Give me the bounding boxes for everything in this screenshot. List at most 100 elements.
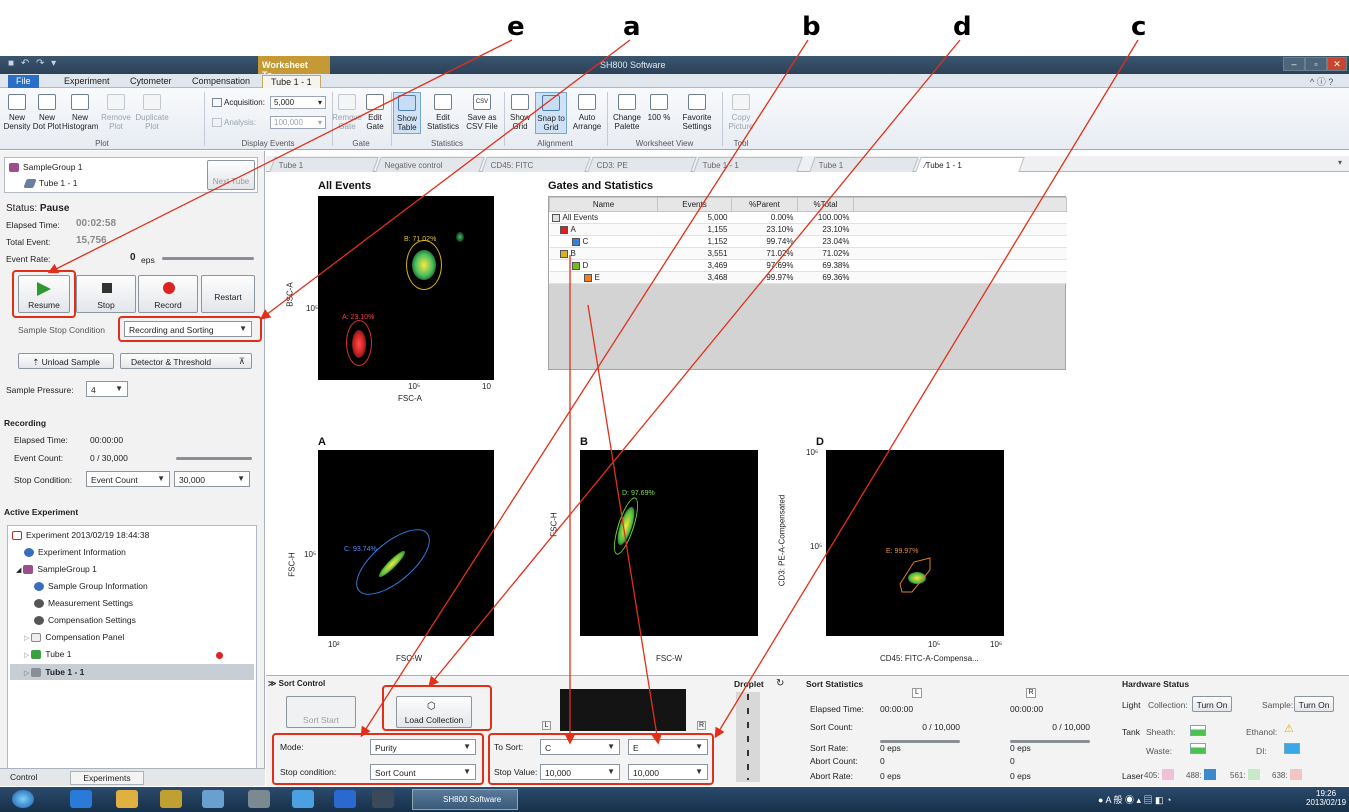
table-row[interactable]: B 3,551 71.02% 71.02% xyxy=(549,247,1067,260)
stop-button[interactable]: Stop xyxy=(76,275,136,313)
plot-d[interactable]: E: 99.97% xyxy=(826,450,1004,636)
tab-tube-1-1[interactable]: Tube 1 - 1 xyxy=(262,75,321,88)
refresh-icon[interactable]: ↻ xyxy=(776,678,784,689)
table-row[interactable]: C 1,152 99.74% 23.04% xyxy=(549,235,1067,248)
doc-tab-tube-1-b[interactable]: Tube 1 xyxy=(809,157,919,172)
collection-turn-on-button[interactable]: Turn On xyxy=(1192,696,1232,712)
remove-plot-button[interactable]: Remove Plot xyxy=(100,94,132,131)
tab-compensation[interactable]: Compensation xyxy=(184,75,258,88)
app-icon[interactable] xyxy=(292,790,314,808)
tab-experiments[interactable]: Experiments xyxy=(70,771,144,785)
edit-gate-button[interactable]: Edit Gate xyxy=(362,94,388,131)
tree-item-tube-1[interactable]: ▷ Tube 1 xyxy=(24,649,71,660)
restart-button[interactable]: Restart xyxy=(201,275,255,313)
rec-count-value: 0 / 30,000 xyxy=(90,453,128,463)
system-tray-icons[interactable]: ● A 般 ◉ ▴ ▤ ◧ ◔ xyxy=(1098,793,1171,806)
sample-turn-on-button[interactable]: Turn On xyxy=(1294,696,1334,712)
change-palette-button[interactable]: Change Palette xyxy=(610,94,644,131)
copy-picture-button[interactable]: Copy Picture xyxy=(726,94,756,131)
doc-tab-negative-control[interactable]: Negative control xyxy=(375,157,485,172)
explorer-icon[interactable] xyxy=(116,790,138,808)
maximize-button[interactable]: ▫ xyxy=(1305,57,1327,71)
gate-a-ellipse[interactable] xyxy=(346,320,372,366)
table-row[interactable]: D 3,469 97.69% 69.38% xyxy=(549,259,1067,272)
sample-pressure-select[interactable]: 4 ▼ xyxy=(86,381,128,397)
chevron-down-icon: ▾ xyxy=(317,118,322,127)
plot-a[interactable]: C: 93.74% xyxy=(318,450,494,636)
snap-to-grid-button[interactable]: Snap to Grid xyxy=(535,92,567,134)
remove-gate-button[interactable]: Remove Gate xyxy=(332,94,362,131)
all-events-plot[interactable]: B: 71.02% A: 23.10% xyxy=(318,196,494,380)
app-icon[interactable] xyxy=(160,790,182,808)
tab-list-chevron-icon[interactable]: ▾ xyxy=(1338,158,1342,167)
acquisition-select[interactable]: 5,000 ▾ xyxy=(270,96,326,109)
table-row[interactable]: A 1,155 23.10% 23.10% xyxy=(549,223,1067,236)
sort-control-header[interactable]: ≫ Sort Control xyxy=(268,679,325,688)
gate-e-polygon[interactable] xyxy=(826,450,1004,636)
rec-stop-number[interactable]: 30,000 ▼ xyxy=(174,471,250,487)
save-csv-button[interactable]: CSV Save as CSV File xyxy=(462,94,502,131)
unload-sample-button[interactable]: ⇡ Unload Sample xyxy=(18,353,114,369)
col-events-header[interactable]: Events xyxy=(657,197,732,212)
tab-control[interactable]: Control xyxy=(10,772,37,782)
show-grid-button[interactable]: Show Grid xyxy=(506,94,534,131)
doc-tab-tube-1-1-a[interactable]: Tube 1 - 1 xyxy=(693,157,803,172)
sample-group-item[interactable]: SampleGroup 1 xyxy=(9,162,83,173)
help-icon[interactable]: ^ ⓘ ? xyxy=(1310,75,1333,88)
detector-threshold-button[interactable]: Detector & Threshold ⊼ xyxy=(120,353,252,369)
tree-item-samplegroup[interactable]: ◢ SampleGroup 1 xyxy=(16,564,97,575)
start-button-icon[interactable] xyxy=(12,790,34,808)
record-button[interactable]: Record xyxy=(138,275,198,313)
table-row[interactable]: All Events 5,000 0.00% 100.00% xyxy=(549,211,1067,224)
tree-item-experiment[interactable]: Experiment 2013/02/19 18:44:38 xyxy=(12,530,149,541)
tree-item-experiment-information[interactable]: Experiment Information xyxy=(24,547,126,558)
app-icon[interactable] xyxy=(334,790,356,808)
auto-arrange-button[interactable]: Auto Arrange xyxy=(570,94,604,131)
edit-statistics-button[interactable]: Edit Statistics xyxy=(424,94,462,131)
col-name-header[interactable]: Name xyxy=(549,197,658,212)
show-table-button[interactable]: Show Table xyxy=(393,92,421,134)
app-icon[interactable] xyxy=(202,790,224,808)
tube-item[interactable]: Tube 1 - 1 xyxy=(23,178,77,189)
doc-tab-tube-1[interactable]: Tube 1 xyxy=(269,157,379,172)
new-density-button[interactable]: New Density xyxy=(2,94,32,131)
ie-icon[interactable] xyxy=(70,790,92,808)
tree-item-compensation-settings[interactable]: Compensation Settings xyxy=(34,615,136,626)
app-icon[interactable] xyxy=(372,790,394,808)
total-cell: 23.04% xyxy=(797,235,854,248)
tree-item-compensation-panel[interactable]: ▷ Compensation Panel xyxy=(24,632,124,643)
col-parent-header[interactable]: %Parent xyxy=(731,197,798,212)
next-tube-button[interactable]: Next Tube xyxy=(207,160,255,190)
group-display-events-label: Display Events xyxy=(241,139,295,148)
tree-item-measurement-settings[interactable]: Measurement Settings xyxy=(34,598,133,609)
doc-tab-cd3-pe[interactable]: CD3: PE xyxy=(587,157,697,172)
gate-d-ellipse[interactable] xyxy=(609,494,643,558)
table-row[interactable]: E 3,468 99.97% 69.36% xyxy=(549,271,1067,284)
sort-start-button[interactable]: Sort Start xyxy=(286,696,356,728)
gate-c-ellipse[interactable] xyxy=(345,517,441,607)
tab-file[interactable]: File xyxy=(8,75,39,88)
clock[interactable]: 19:26 2013/02/19 xyxy=(1306,789,1346,807)
minimize-button[interactable]: – xyxy=(1283,57,1305,71)
plot-b[interactable]: D: 97.69% xyxy=(580,450,758,636)
new-histogram-button[interactable]: New Histogram xyxy=(62,94,98,131)
gate-b-ellipse[interactable] xyxy=(406,240,442,290)
zoom-button[interactable]: 100 % xyxy=(646,94,672,122)
taskbar-sh800-button[interactable]: SH800 Software xyxy=(412,789,518,810)
favorite-settings-button[interactable]: Favorite Settings xyxy=(676,94,718,131)
close-button[interactable]: ✕ xyxy=(1327,57,1347,71)
doc-tab-tube-1-1-active[interactable]: ⁄ Tube 1 - 1 xyxy=(915,157,1025,172)
tab-cytometer[interactable]: Cytometer xyxy=(122,75,180,88)
doc-tab-cd45-fitc[interactable]: CD45: FITC xyxy=(481,157,591,172)
col-total-header[interactable]: %Total xyxy=(797,197,854,212)
tree-item-tube-1-1[interactable]: ▷ Tube 1 - 1 xyxy=(24,667,84,678)
new-dot-plot-button[interactable]: New Dot Plot xyxy=(32,94,62,131)
analysis-select[interactable]: 100,000 ▾ xyxy=(270,116,326,129)
duplicate-plot-button[interactable]: Duplicate Plot xyxy=(134,94,170,131)
app-icon[interactable] xyxy=(248,790,270,808)
quick-access-toolbar[interactable]: ■ ↶ ↷ ▾ xyxy=(8,58,58,69)
tab-experiment[interactable]: Experiment xyxy=(56,75,118,88)
event-rate-value: 0 xyxy=(130,252,136,263)
rec-stop-select[interactable]: Event Count ▼ xyxy=(86,471,170,487)
tree-item-sample-group-information[interactable]: Sample Group Information xyxy=(34,581,148,592)
